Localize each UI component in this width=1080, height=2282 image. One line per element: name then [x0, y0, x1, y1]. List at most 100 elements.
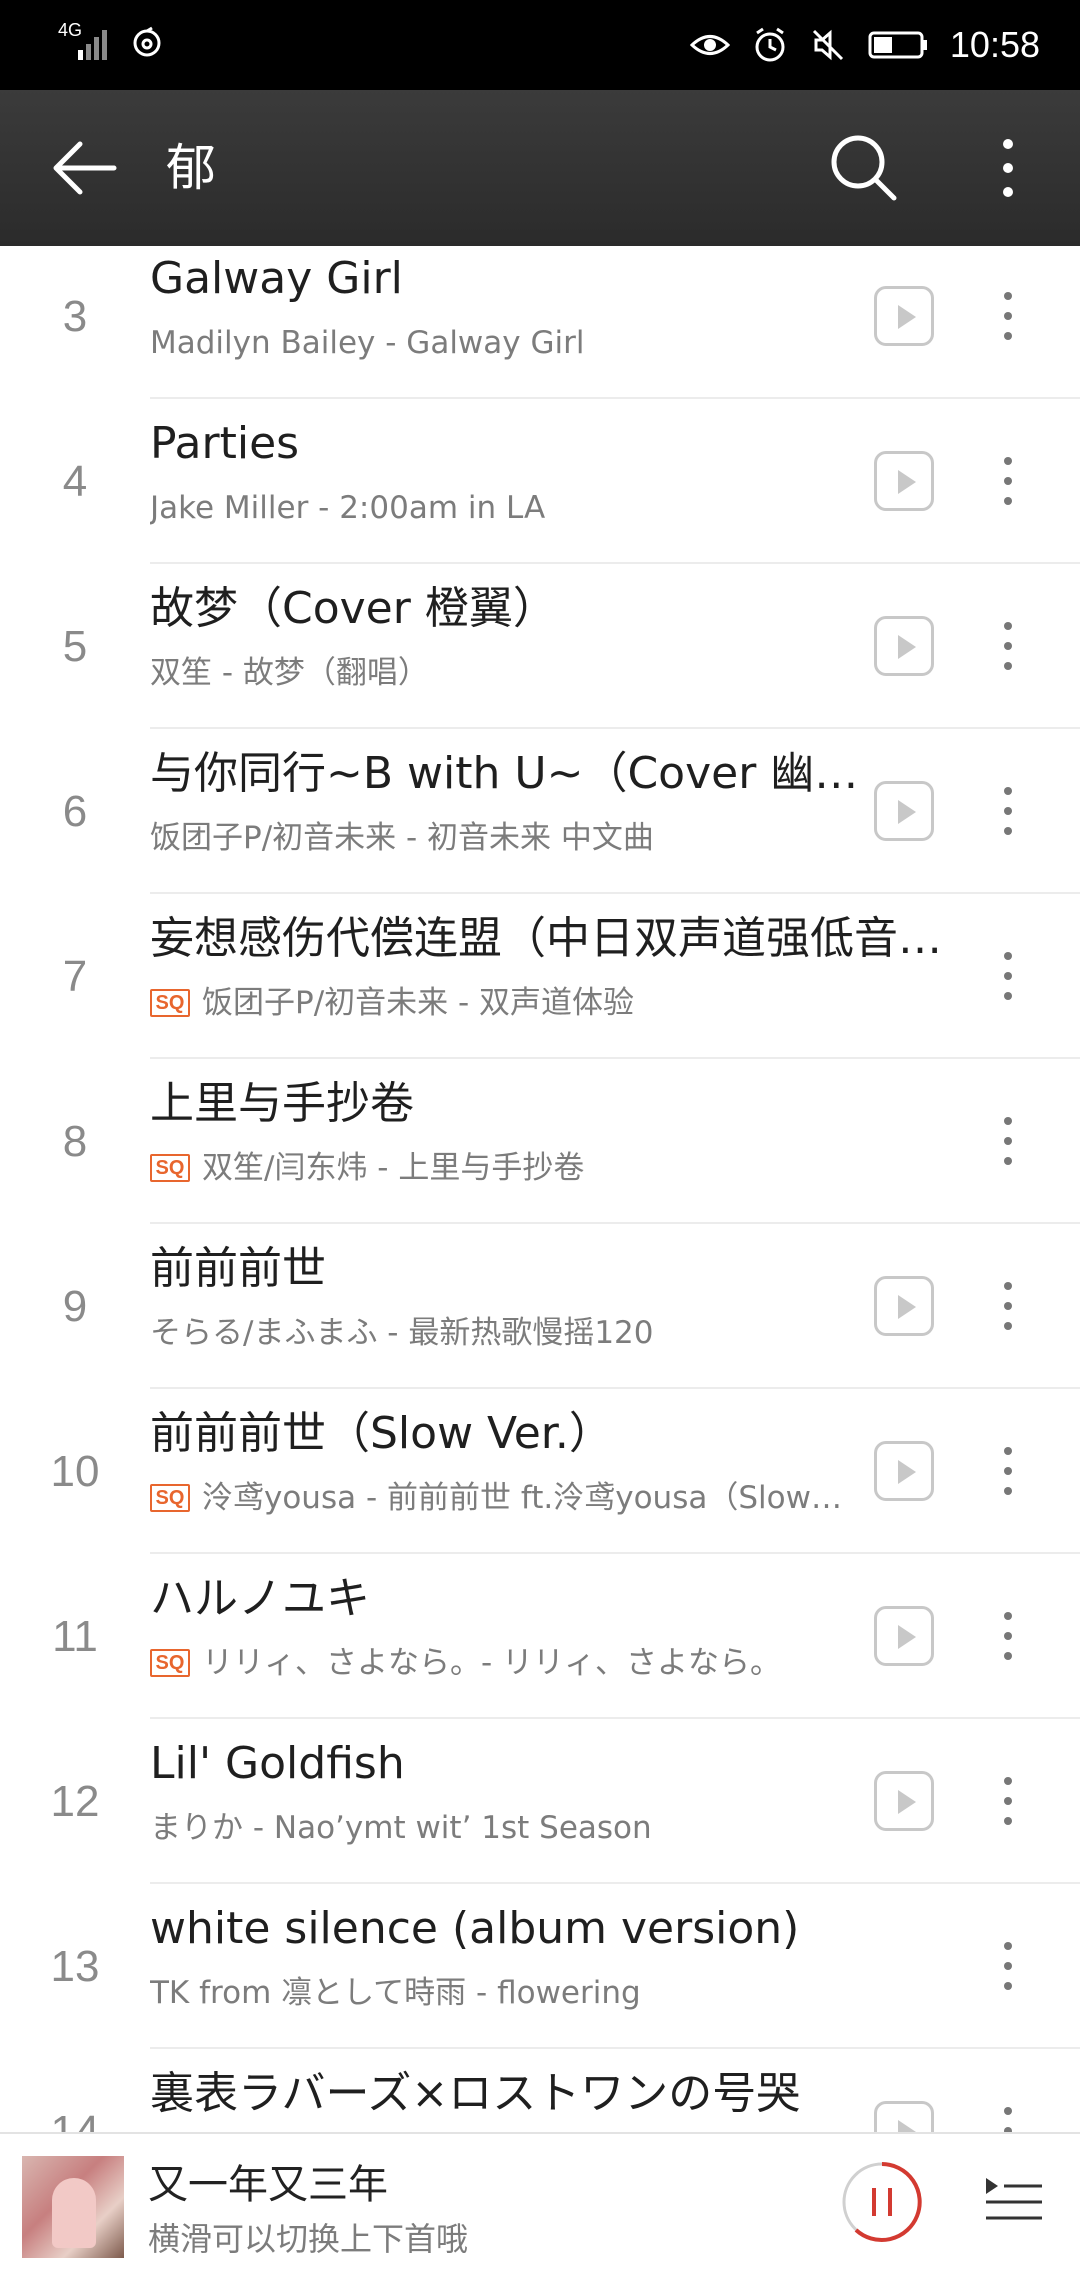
song-title: 前前前世 [150, 1243, 326, 1294]
search-button[interactable] [826, 130, 902, 206]
netease-notification-icon [133, 26, 161, 57]
album-cover[interactable] [22, 2156, 124, 2258]
song-row[interactable]: 9 前前前世そらる/まふまふ - 最新热歌慢摇120 [0, 1224, 1080, 1389]
play-icon [898, 1625, 916, 1649]
page-title: 郁 [166, 139, 216, 197]
sq-badge: SQ [150, 989, 190, 1017]
song-more-button[interactable] [994, 1606, 1022, 1666]
song-row[interactable]: 3 Galway Girl Madilyn Bailey - Galway Girl [0, 246, 1080, 399]
song-row[interactable]: 12 Lil' Goldfish まりか - Nao’ymt wit’ 1st Se… [0, 1719, 1080, 1884]
mini-player[interactable]: 又一年又三年 横滑可以切换上下首哦 [0, 2132, 1080, 2282]
more-vertical-icon [1004, 622, 1012, 670]
playlist-queue-button[interactable] [984, 2174, 1044, 2230]
battery-icon [868, 31, 927, 59]
song-row[interactable]: 8 上里与手抄卷 SQ 双笙/闫东炜 - 上里与手抄卷 [0, 1059, 1080, 1224]
song-title: Galway Girl [150, 253, 403, 304]
more-vertical-icon [1004, 1612, 1012, 1660]
song-artist-album: 饭团子P/初音未来 - 双声道体验 [202, 985, 635, 1021]
play-icon [898, 1790, 916, 1814]
song-artist-album: Madilyn Bailey - Galway Girl [150, 325, 585, 361]
track-number: 7 [62, 952, 88, 1001]
song-subtitle-row: SQ 饭团子P/初音未来 - 双声道体验 [150, 976, 840, 1030]
song-subtitle-row: TK from 凛として時雨 - flowering [150, 1966, 840, 2020]
track-number: 6 [62, 787, 88, 836]
song-artist-album: 泠鸢yousa - 前前前世 ft.泠鸢yousa（Slow… [202, 1480, 840, 1516]
sq-badge-label: SQ [155, 1157, 185, 1179]
more-vertical-icon [1004, 1282, 1012, 1330]
song-more-button[interactable] [994, 451, 1022, 511]
play-video-button[interactable] [874, 1771, 934, 1831]
track-number: 9 [62, 1282, 88, 1331]
song-row[interactable]: 4 Parties Jake Miller - 2:00am in LA [0, 399, 1080, 564]
song-more-button[interactable] [994, 781, 1022, 841]
play-video-button[interactable] [874, 1276, 934, 1336]
play-video-button[interactable] [874, 286, 934, 346]
track-number: 12 [50, 1777, 100, 1826]
sq-badge: SQ [150, 1484, 190, 1512]
song-list[interactable]: 3 Galway Girl Madilyn Bailey - Galway Girl… [0, 246, 1080, 2132]
song-row[interactable]: 10 前前前世（Slow Ver.） SQ 泠鸢yousa - 前前前世 ft.泠鸢y… [0, 1389, 1080, 1554]
song-subtitle-row: 双笙 - 故梦（翻唱） [150, 646, 840, 700]
song-more-button[interactable] [994, 1441, 1022, 1501]
play-icon [898, 1460, 916, 1484]
back-button[interactable] [44, 130, 124, 206]
song-artist-album: TK from 凛として時雨 - flowering [150, 1975, 641, 2011]
more-vertical-icon [1004, 1117, 1012, 1165]
song-title: Lil' Goldfish [150, 1738, 405, 1789]
song-row[interactable]: 14 裏表ラバーズ×ロストワンの号哭 [0, 2049, 1080, 2132]
song-more-button[interactable] [994, 946, 1022, 1006]
song-more-button[interactable] [994, 1276, 1022, 1336]
more-vertical-icon [1003, 139, 1013, 197]
song-artist-album: リリィ、さよなら。- リリィ、さよなら。 [202, 1645, 782, 1681]
play-icon [898, 635, 916, 659]
song-row[interactable]: 7 妄想感伤代偿连盟（中日双声道强低音… SQ 饭团子P/初音未来 - 双声道体验 [0, 894, 1080, 1059]
song-row[interactable]: 5 故梦（Cover 橙翼） 双笙 - 故梦（翻唱） [0, 564, 1080, 729]
song-artist-album: まりか - Nao’ymt wit’ 1st Season [150, 1810, 652, 1846]
song-title: ハルノユキ [150, 1573, 370, 1624]
more-vertical-icon [1004, 292, 1012, 340]
track-number: 8 [62, 1117, 88, 1166]
pause-button[interactable] [840, 2160, 924, 2244]
song-artist-album: 双笙 - 故梦（翻唱） [150, 655, 429, 691]
song-more-button[interactable] [994, 1771, 1022, 1831]
play-icon [898, 2120, 916, 2132]
signal-icon: 4G [56, 20, 112, 62]
song-row[interactable]: 6 与你同行~B with U~（Cover 幽… 饭团子P/初音未来 - 初音未来… [0, 729, 1080, 894]
play-video-button[interactable] [874, 2101, 934, 2132]
track-number: 5 [62, 622, 88, 671]
status-left: 4G [56, 20, 164, 62]
status-bar: 4G 10:58 [0, 0, 1080, 90]
song-row[interactable]: 13 white silence (album version) TK from 凛… [0, 1884, 1080, 2049]
sq-badge-label: SQ [155, 1652, 185, 1674]
track-number: 4 [62, 457, 88, 506]
more-options-button[interactable] [984, 130, 1032, 206]
play-video-button[interactable] [874, 616, 934, 676]
play-video-button[interactable] [874, 1606, 934, 1666]
play-icon [898, 305, 916, 329]
track-number: 11 [52, 1612, 98, 1661]
play-video-button[interactable] [874, 781, 934, 841]
more-vertical-icon [1004, 2107, 1012, 2132]
song-more-button[interactable] [994, 2101, 1022, 2132]
sq-badge: SQ [150, 1154, 190, 1182]
now-playing-title[interactable]: 又一年又三年 [148, 2158, 388, 2212]
status-right: 10:58 [689, 22, 1040, 68]
song-row[interactable]: 11 ハルノユキ SQ リリィ、さよなら。- リリィ、さよなら。 [0, 1554, 1080, 1719]
song-artist-album: 双笙/闫东炜 - 上里与手抄卷 [202, 1150, 585, 1186]
song-subtitle-row: そらる/まふまふ - 最新热歌慢摇120 [150, 1306, 840, 1360]
play-video-button[interactable] [874, 451, 934, 511]
alarm-icon [755, 27, 785, 62]
sq-badge-label: SQ [155, 1487, 185, 1509]
song-subtitle-row: 饭团子P/初音未来 - 初音未来 中文曲 [150, 811, 840, 865]
song-title: 上里与手抄卷 [150, 1078, 414, 1129]
play-icon [898, 1295, 916, 1319]
song-artist-album: Jake Miller - 2:00am in LA [150, 490, 546, 526]
song-more-button[interactable] [994, 286, 1022, 346]
song-title: 与你同行~B with U~（Cover 幽… [150, 748, 859, 799]
song-more-button[interactable] [994, 1936, 1022, 1996]
song-more-button[interactable] [994, 616, 1022, 676]
song-subtitle-row: まりか - Nao’ymt wit’ 1st Season [150, 1801, 840, 1855]
play-video-button[interactable] [874, 1441, 934, 1501]
song-more-button[interactable] [994, 1111, 1022, 1171]
more-vertical-icon [1004, 457, 1012, 505]
